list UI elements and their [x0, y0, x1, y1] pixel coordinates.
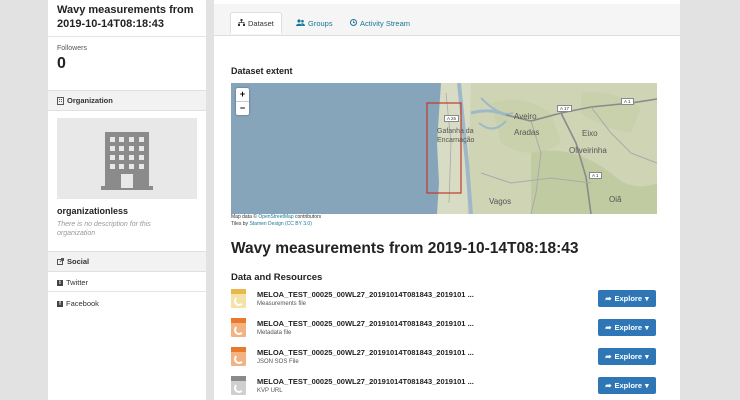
map-place-aveiro: Aveiro: [514, 112, 537, 121]
explore-button[interactable]: ➦ Explore ▾: [598, 377, 656, 394]
users-icon: [296, 18, 305, 28]
facebook-link[interactable]: f Facebook: [57, 299, 99, 308]
organization-description: There is no description for this organiz…: [57, 221, 151, 237]
tiles-text: Tiles by: [231, 221, 250, 227]
resource-description: KVP URL: [257, 388, 283, 394]
resource-item[interactable]: MELOA_TEST_00025_00WL27_20191014T081843_…: [231, 376, 657, 400]
resource-name[interactable]: MELOA_TEST_00025_00WL27_20191014T081843_…: [257, 319, 474, 328]
tab-dataset-label: Dataset: [248, 18, 274, 28]
attribution-text: Map data ©: [231, 214, 259, 220]
zoom-control: + −: [236, 88, 249, 115]
file-format-icon: [231, 289, 246, 308]
dataset-title: Wavy measurements from 2019-10-14T08:18:…: [231, 240, 579, 257]
road-label-a17: A 17: [557, 105, 573, 112]
explore-label: Explore: [614, 294, 643, 303]
map-place-aradas: Aradas: [514, 128, 540, 137]
map-attribution: Map data © OpenStreetMap contributors: [231, 214, 321, 220]
map-place-oliveirinha: Oliveirinha: [569, 146, 607, 155]
organization-heading: Organization: [48, 90, 206, 111]
social-heading-label: Social: [67, 257, 90, 266]
map-place-eixo: Eixo: [582, 129, 598, 138]
caret-down-icon: ▾: [645, 381, 649, 390]
main-content: Dataset Groups Activity Stream Dataset e…: [214, 0, 680, 400]
resource-description: Measurements file: [257, 301, 307, 307]
file-format-icon: [231, 347, 246, 366]
zoom-out-button[interactable]: −: [236, 101, 249, 115]
share-arrow-icon: ➦: [605, 323, 612, 332]
file-format-icon: [231, 376, 246, 395]
tab-activity-stream-label: Activity Stream: [360, 18, 411, 28]
tab-groups-label: Groups: [308, 18, 333, 28]
road-label-a1-bottom: A 1: [589, 172, 602, 179]
facebook-label: Facebook: [66, 299, 99, 308]
road-label-a25: A 25: [444, 115, 460, 122]
share-arrow-icon: ➦: [605, 381, 612, 390]
caret-down-icon: ▾: [645, 294, 649, 303]
resource-name[interactable]: MELOA_TEST_00025_00WL27_20191014T081843_…: [257, 290, 474, 299]
divider: [48, 291, 206, 292]
explore-button[interactable]: ➦ Explore ▾: [598, 290, 656, 307]
map-place-oia: Oiã: [609, 195, 622, 204]
share-arrow-icon: ➦: [605, 294, 612, 303]
resource-item[interactable]: MELOA_TEST_00025_00WL27_20191014T081843_…: [231, 318, 657, 342]
caret-down-icon: ▾: [645, 323, 649, 332]
explore-button[interactable]: ➦ Explore ▾: [598, 319, 656, 336]
building-icon: [57, 97, 64, 105]
file-format-icon: [231, 318, 246, 337]
followers-count: 0: [57, 55, 66, 72]
tab-activity-stream[interactable]: Activity Stream: [343, 12, 417, 34]
tab-dataset[interactable]: Dataset: [230, 12, 282, 34]
explore-label: Explore: [614, 381, 643, 390]
twitter-link[interactable]: t Twitter: [57, 278, 88, 287]
building-icon: [101, 132, 153, 190]
clock-icon: [350, 18, 357, 28]
followers-label: Followers: [57, 45, 87, 52]
twitter-icon: t: [57, 279, 63, 286]
sitemap-icon: [238, 18, 245, 28]
resources-heading: Data and Resources: [231, 272, 323, 283]
twitter-label: Twitter: [66, 278, 89, 287]
dataset-extent-heading: Dataset extent: [231, 66, 293, 76]
facebook-icon: f: [57, 300, 63, 307]
tiles-attribution: Tiles by Stamen Design (CC BY 3.0): [231, 221, 312, 227]
explore-button[interactable]: ➦ Explore ▾: [598, 348, 656, 365]
resource-name[interactable]: MELOA_TEST_00025_00WL27_20191014T081843_…: [257, 377, 474, 386]
share-icon: [57, 258, 64, 265]
license-link[interactable]: (CC BY 3.0): [284, 221, 312, 227]
resource-name[interactable]: MELOA_TEST_00025_00WL27_20191014T081843_…: [257, 348, 474, 357]
organization-image[interactable]: [57, 118, 197, 199]
attribution-suffix: contributors: [293, 214, 322, 220]
resource-item[interactable]: MELOA_TEST_00025_00WL27_20191014T081843_…: [231, 347, 657, 371]
resource-item[interactable]: MELOA_TEST_00025_00WL27_20191014T081843_…: [231, 289, 657, 313]
road-label-a1-top: A 1: [621, 98, 634, 105]
share-arrow-icon: ➦: [605, 352, 612, 361]
openstreetmap-link[interactable]: OpenStreetMap: [258, 214, 293, 220]
organization-name[interactable]: organizationless: [57, 206, 128, 216]
stamen-design-link[interactable]: Stamen Design: [249, 221, 283, 227]
tab-bar: Dataset Groups Activity Stream: [214, 4, 680, 36]
resource-description: Metadata file: [257, 330, 292, 336]
explore-label: Explore: [614, 352, 643, 361]
caret-down-icon: ▾: [645, 352, 649, 361]
divider: [48, 36, 206, 37]
map-place-vagos: Vagos: [489, 197, 512, 206]
sidebar: Wavy measurements from 2019-10-14T08:18:…: [48, 0, 206, 400]
map-place-gafanha: Gafanha da Encarnação: [437, 128, 475, 144]
sidebar-dataset-title: Wavy measurements from 2019-10-14T08:18:…: [57, 4, 194, 30]
explore-label: Explore: [614, 323, 643, 332]
dataset-extent-map[interactable]: Aveiro Gafanha da Encarnação Aradas Eixo…: [231, 83, 657, 214]
tab-groups[interactable]: Groups: [289, 12, 340, 34]
resource-description: JSON SOS File: [257, 359, 299, 365]
organization-heading-label: Organization: [67, 96, 113, 105]
zoom-in-button[interactable]: +: [236, 88, 249, 101]
social-heading: Social: [48, 251, 206, 272]
